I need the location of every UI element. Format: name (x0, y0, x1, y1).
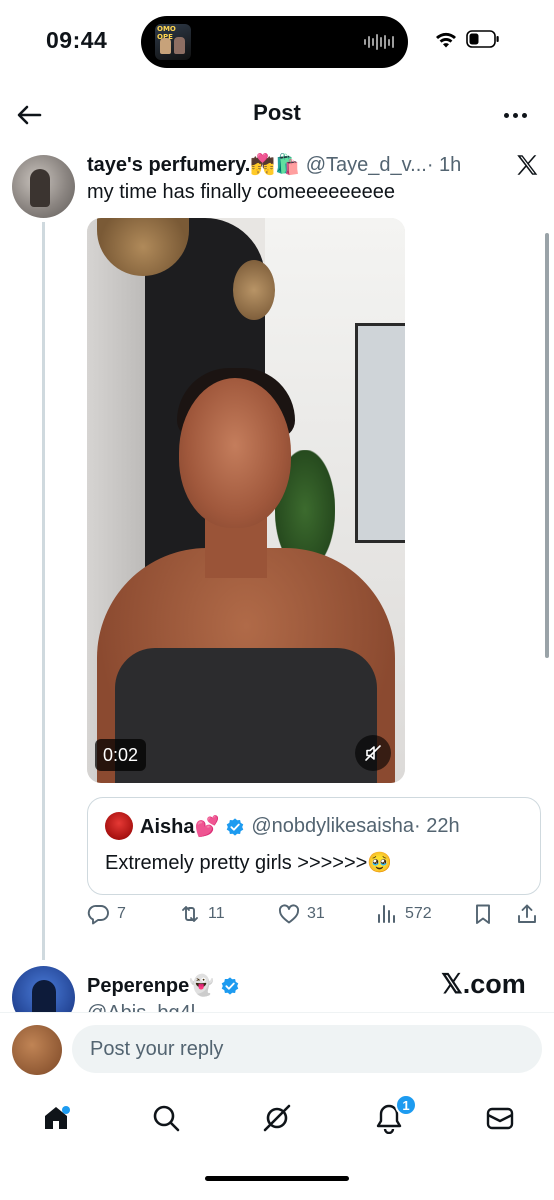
wifi-icon (436, 32, 456, 48)
post-header: Post (0, 86, 554, 142)
like-button[interactable]: 31 (277, 902, 325, 926)
tweet-header: taye's perfumery.💏🛍️ @Taye_d_v...· 1h (87, 152, 477, 177)
page-title: Post (253, 100, 301, 125)
repost-button[interactable]: 11 (178, 902, 225, 926)
quoted-tweet[interactable]: Aisha💕 @nobdylikesaisha · 22h Extremely p… (87, 797, 541, 895)
nav-home[interactable] (38, 1100, 74, 1136)
video-duration: 0:02 (95, 739, 147, 771)
quote-author-name: Aisha💕 (140, 816, 220, 838)
like-count: 31 (307, 905, 325, 922)
reply-input[interactable]: Post your reply (72, 1025, 542, 1073)
search-icon (153, 1105, 180, 1132)
audio-waveform-icon (364, 33, 394, 51)
now-playing-thumbnail: OMO OPE (155, 24, 191, 60)
more-options-icon[interactable] (500, 100, 530, 130)
reply-author-name[interactable]: Peperenpe👻 (87, 973, 214, 998)
verified-badge-icon (227, 817, 244, 836)
tweet-video[interactable] (87, 218, 405, 783)
reply-icon (87, 905, 109, 925)
view-count: 572 (405, 905, 432, 922)
quote-time: · 22h (414, 815, 460, 837)
share-button[interactable] (515, 902, 539, 926)
tweet-actions: 7 11 31 572 (87, 902, 543, 934)
reply-tweet-header: Peperenpe👻 (87, 973, 240, 998)
watermark: 𝕏.com (441, 969, 526, 999)
quote-author-avatar (105, 812, 133, 840)
reply-count: 7 (117, 905, 126, 922)
status-bar: 09:44 OMO OPE (0, 0, 554, 80)
heart-icon (278, 904, 300, 924)
home-unread-dot (62, 1106, 70, 1114)
dynamic-island[interactable]: OMO OPE (141, 16, 408, 68)
share-icon (518, 904, 536, 923)
author-avatar[interactable] (12, 155, 75, 218)
tweet-time: · 1h (426, 154, 462, 176)
repost-icon (182, 906, 198, 922)
reply-button[interactable]: 7 (87, 902, 126, 926)
scrollbar[interactable] (545, 233, 549, 658)
grok-icon (263, 1104, 291, 1132)
home-indicator (205, 1176, 349, 1181)
x-logo-icon (517, 155, 538, 175)
thread-connector-line (42, 222, 45, 960)
nav-search[interactable] (148, 1100, 184, 1136)
quote-text: Extremely pretty girls >>>>>>🥹 (105, 852, 393, 874)
views-chart-icon (378, 905, 395, 923)
nav-messages[interactable] (482, 1100, 518, 1136)
mail-icon (486, 1107, 514, 1130)
nav-notifications[interactable]: 1 (371, 1094, 417, 1136)
bookmark-icon (476, 904, 490, 924)
tweet-text: my time has finally comeeeeeeeee (87, 181, 395, 203)
mute-button[interactable] (355, 735, 391, 771)
battery-icon (466, 30, 499, 48)
speaker-muted-icon (365, 745, 381, 761)
verified-badge-icon (221, 976, 239, 995)
repost-count: 11 (208, 905, 225, 922)
current-user-avatar[interactable] (12, 1025, 62, 1075)
quote-author-handle: @nobdylikesaisha (251, 815, 414, 837)
quote-header: Aisha💕 @nobdylikesaisha · 22h (140, 814, 460, 839)
notification-badge: 1 (395, 1094, 417, 1116)
bottom-navigation: 1 (0, 1086, 554, 1156)
reply-composer: Post your reply (0, 1012, 554, 1084)
bookmark-button[interactable] (471, 902, 495, 926)
nav-grok[interactable] (259, 1100, 295, 1136)
status-time: 09:44 (46, 27, 108, 53)
views-button[interactable]: 572 (375, 902, 432, 926)
author-name[interactable]: taye's perfumery.💏🛍️ (87, 154, 300, 176)
author-handle[interactable]: @Taye_d_v... (306, 154, 427, 176)
